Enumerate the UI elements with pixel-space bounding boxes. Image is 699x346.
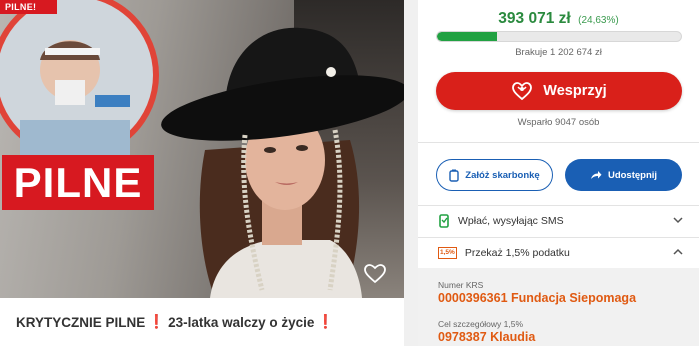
campaign-photo[interactable]: PILNE PILNE!	[0, 0, 404, 298]
goal-label: Cel szczegółowy 1,5%	[438, 319, 524, 329]
piggybank-icon	[449, 169, 459, 182]
krs-value[interactable]: 0000396361 Fundacja Siepomaga	[438, 291, 636, 305]
title-middle: 23-latka walczy o życie	[168, 314, 315, 330]
sms-label: Wpłać, wysyłając SMS	[458, 215, 564, 227]
amount-row: 393 071 zł (24,63%)	[418, 10, 699, 28]
title-start: KRYTYCZNIE PILNE	[16, 314, 146, 330]
piggybank-button[interactable]: Załóż skarbonkę	[436, 159, 553, 191]
progress-fill	[437, 32, 498, 41]
urgent-overlay-label: PILNE	[13, 158, 143, 206]
goal-value[interactable]: 0978387 Klaudia	[438, 330, 535, 344]
photo-illustration	[0, 0, 404, 298]
tax-label: Przekaż 1,5% podatku	[464, 247, 570, 259]
piggybank-button-label: Załóż skarbonkę	[465, 169, 540, 181]
sms-accordion[interactable]: Wpłać, wysyłając SMS	[418, 206, 699, 236]
phone-icon	[439, 214, 449, 228]
share-arrow-icon	[590, 171, 602, 179]
urgent-badge: PILNE!	[0, 0, 57, 14]
support-button[interactable]: Wesprzyj	[436, 72, 682, 110]
favorite-button[interactable]	[363, 262, 387, 286]
chevron-up-icon	[673, 248, 683, 255]
divider	[418, 142, 699, 143]
exclamation-icon: ❗	[148, 314, 166, 329]
heart-icon	[364, 264, 386, 284]
share-button[interactable]: Udostępnij	[565, 159, 682, 191]
collected-amount: 393 071 zł	[498, 10, 571, 27]
campaign-title[interactable]: KRYTYCZNIE PILNE ❗ 23-latka walczy o życ…	[0, 298, 404, 346]
supporters-count: Wsparło 9047 osób	[517, 117, 600, 128]
siepomaga-heart-icon	[512, 82, 533, 101]
tax-details: Numer KRS 0000396361 Fundacja Siepomaga …	[418, 268, 699, 346]
donation-panel: 393 071 zł (24,63%) Brakuje 1 202 674 zł…	[418, 0, 699, 346]
collected-percent: (24,63%)	[578, 15, 619, 26]
progress-bar	[436, 31, 682, 42]
exclamation-icon: ❗	[317, 314, 335, 329]
support-button-label: Wesprzyj	[543, 83, 607, 99]
krs-label: Numer KRS	[438, 280, 484, 290]
panel-divider	[404, 0, 418, 346]
chevron-down-icon	[673, 217, 683, 224]
tax-percent-icon: 1,5%	[438, 247, 457, 259]
missing-amount: Brakuje 1 202 674 zł	[515, 47, 602, 58]
share-button-label: Udostępnij	[607, 169, 658, 181]
campaign-card[interactable]: PILNE PILNE! KRYTYCZNIE PILNE ❗ 23-latka…	[0, 0, 404, 346]
tax-accordion[interactable]: 1,5% Przekaż 1,5% podatku	[418, 238, 699, 268]
